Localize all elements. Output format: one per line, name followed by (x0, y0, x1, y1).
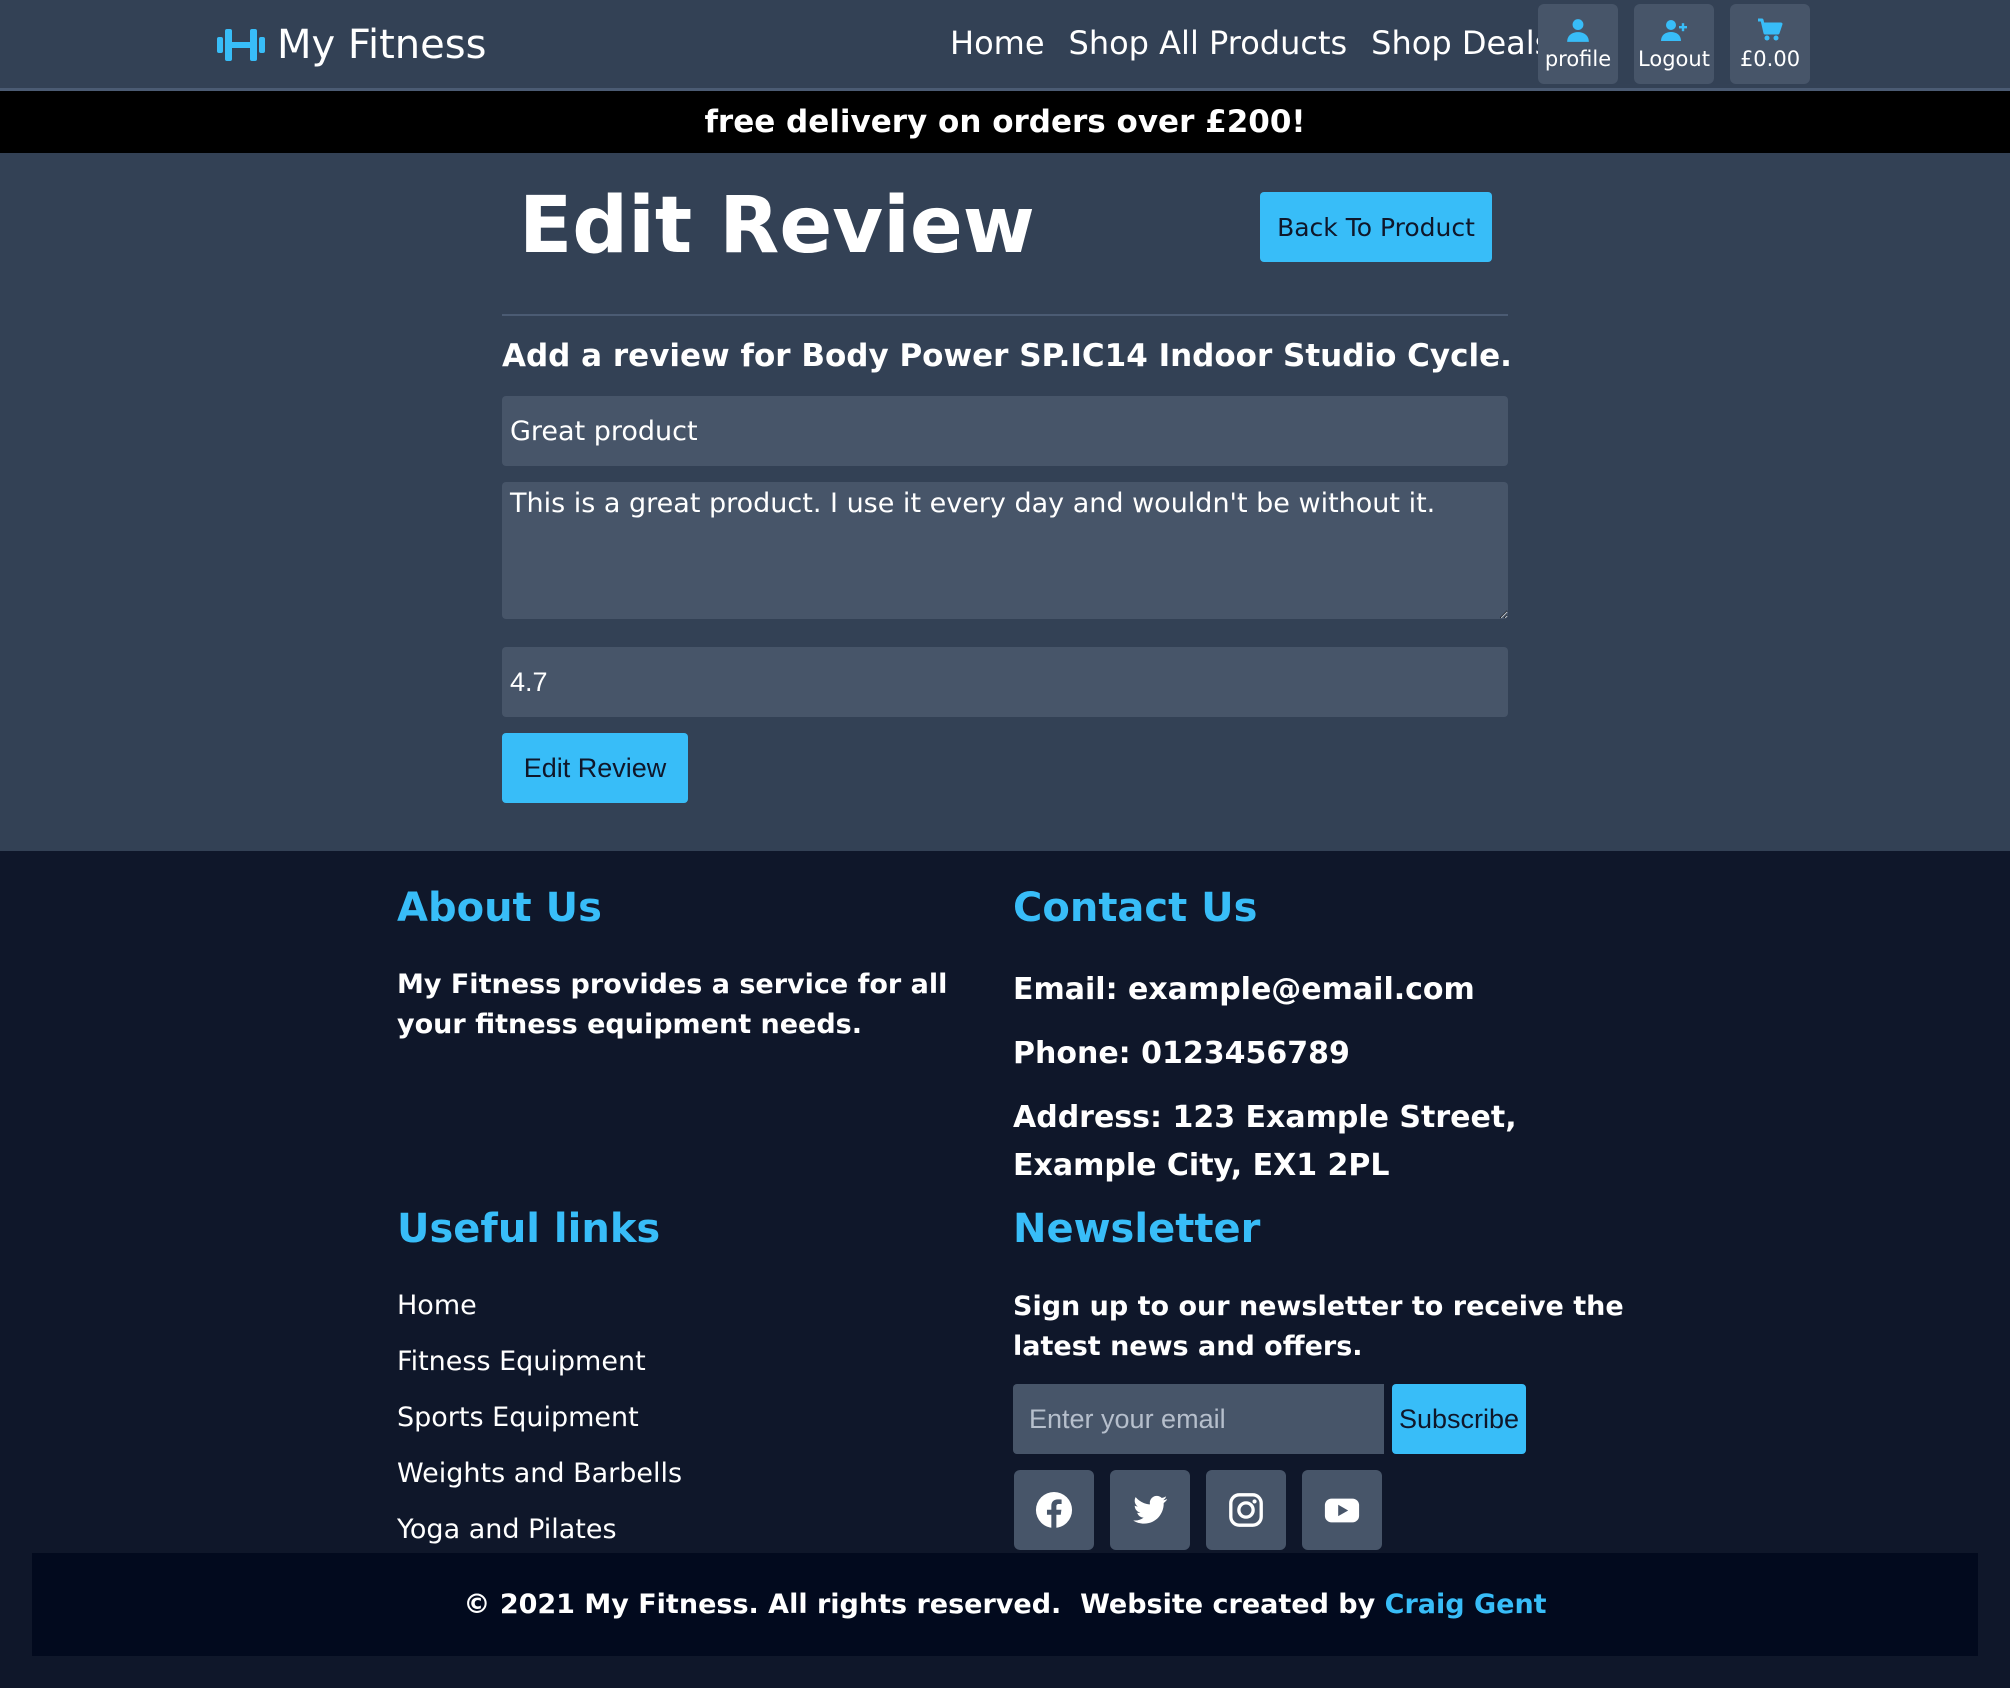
page-title: Edit Review (519, 181, 1035, 271)
about-us-heading: About Us (397, 885, 602, 931)
copyright-bar: © 2021 My Fitness. All rights reserved. … (32, 1553, 1978, 1656)
shopping-cart-icon (1758, 18, 1783, 41)
divider (502, 314, 1508, 316)
cart-total: £0.00 (1739, 47, 1801, 71)
review-title-input[interactable] (502, 396, 1508, 466)
footer-link-yoga-and-pilates[interactable]: Yoga and Pilates (397, 1514, 617, 1545)
profile-label: profile (1544, 47, 1612, 71)
instagram-link[interactable] (1206, 1470, 1286, 1550)
edit-review-section: Edit Review Back To Product Add a review… (0, 153, 2010, 851)
main-nav: Home Shop All Products Shop Deals (950, 24, 1551, 62)
twitter-link[interactable] (1110, 1470, 1190, 1550)
twitter-icon (1133, 1495, 1168, 1524)
footer-link-weights-and-barbells[interactable]: Weights and Barbells (397, 1458, 682, 1489)
facebook-link[interactable] (1014, 1470, 1094, 1550)
newsletter-heading: Newsletter (1013, 1206, 1261, 1252)
promo-banner: free delivery on orders over £200! (0, 91, 2010, 153)
nav-shop-deals-link[interactable]: Shop Deals (1371, 24, 1551, 62)
contact-email: Email: example@email.com (1013, 972, 1475, 1007)
contact-phone: Phone: 0123456789 (1013, 1036, 1350, 1071)
logout-label: Logout (1638, 47, 1710, 71)
footer-link-home[interactable]: Home (397, 1290, 477, 1321)
author-credit-link[interactable]: Craig Gent (1385, 1589, 1547, 1620)
contact-address: Address: 123 Example Street, Example Cit… (1013, 1100, 1517, 1183)
cart-button[interactable]: £0.00 (1730, 4, 1810, 84)
newsletter-email-input[interactable] (1013, 1384, 1384, 1454)
useful-links-heading: Useful links (397, 1206, 661, 1252)
about-us-text: My Fitness provides a service for all yo… (397, 969, 948, 1040)
nav-home-link[interactable]: Home (950, 24, 1045, 62)
footer-link-fitness-equipment[interactable]: Fitness Equipment (397, 1346, 646, 1377)
facebook-icon (1035, 1491, 1073, 1529)
user-plus-icon (1661, 20, 1687, 41)
navbar: My Fitness Home Shop All Products Shop D… (0, 0, 2010, 91)
logout-button[interactable]: Logout (1634, 4, 1714, 84)
subscribe-button[interactable]: Subscribe (1392, 1384, 1526, 1454)
user-icon (1567, 19, 1589, 42)
nav-shop-all-link[interactable]: Shop All Products (1069, 24, 1348, 62)
footer: About Us My Fitness provides a service f… (0, 851, 2010, 1688)
profile-button[interactable]: profile (1538, 4, 1618, 84)
brand-logo[interactable]: My Fitness (215, 20, 486, 70)
rating-input[interactable] (502, 647, 1508, 717)
back-to-product-button[interactable]: Back To Product (1260, 192, 1492, 262)
brand-name: My Fitness (277, 22, 487, 68)
review-form-heading: Add a review for Body Power SP.IC14 Indo… (502, 338, 1512, 374)
review-body-textarea[interactable]: This is a great product. I use it every … (502, 482, 1508, 619)
edit-review-submit-button[interactable]: Edit Review (502, 733, 688, 803)
dumbbell-icon (217, 29, 265, 61)
promo-banner-text: free delivery on orders over £200! (704, 104, 1306, 140)
newsletter-text: Sign up to our newsletter to receive the… (1013, 1291, 1624, 1362)
youtube-icon (1324, 1498, 1360, 1523)
youtube-link[interactable] (1302, 1470, 1382, 1550)
copyright-text: © 2021 My Fitness. All rights reserved. … (463, 1589, 1385, 1620)
contact-us-heading: Contact Us (1013, 885, 1258, 931)
footer-link-sports-equipment[interactable]: Sports Equipment (397, 1402, 639, 1433)
instagram-icon (1229, 1493, 1263, 1527)
